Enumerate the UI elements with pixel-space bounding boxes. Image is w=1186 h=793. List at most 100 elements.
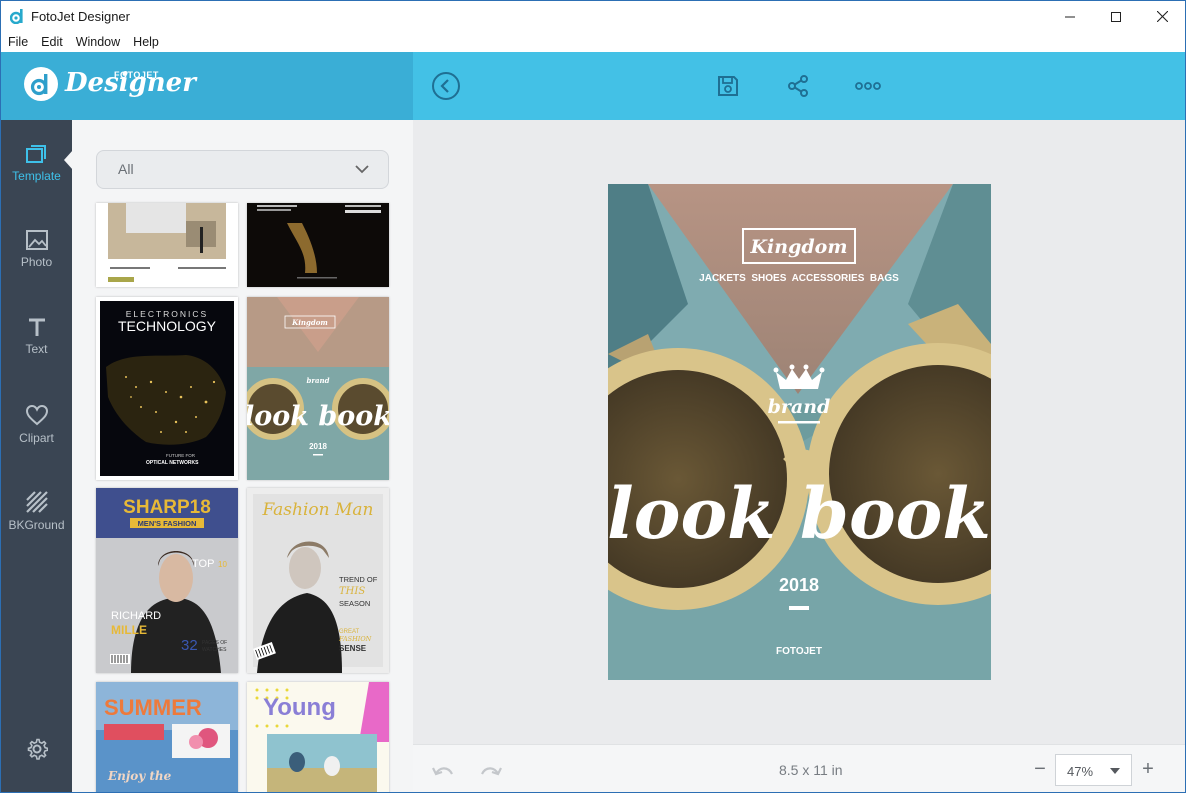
doc-headline[interactable]: look book: [608, 472, 991, 555]
tech-title: TECHNOLOGY: [118, 318, 217, 334]
lb-kingdom: Kingdom: [291, 318, 328, 327]
young-title: Young: [263, 694, 336, 721]
gear-icon: [27, 738, 49, 760]
brand-header: Designer FOTOJET: [1, 52, 413, 120]
fm-season: SEASON: [339, 599, 370, 608]
sharp-watches: WATCHES: [202, 647, 227, 653]
menu-bar: File Edit Window Help: [1, 32, 1185, 52]
sharp-title: SHARP18: [123, 497, 211, 518]
menu-edit[interactable]: Edit: [34, 32, 69, 52]
app-logo-icon: [10, 9, 23, 24]
template-panel: All ELECTRONICS TECHNOLOGY FUTURE FOR OP…: [72, 120, 413, 792]
template-thumb-sharp18[interactable]: SHARP18 MEN'S FASHION TOP 10 RICHARD MIL…: [96, 488, 238, 673]
summer-tagline: Enjoy the: [107, 769, 172, 783]
doc-brand[interactable]: brand: [768, 396, 831, 418]
lb-brand: brand: [306, 376, 329, 385]
redo-icon[interactable]: [479, 762, 503, 778]
zoom-in-button[interactable]: +: [1139, 759, 1157, 779]
rail-template-label: Template: [12, 169, 61, 183]
design-canvas[interactable]: Kingdom JACKETS SHOES ACCESSORIES BAGS b…: [413, 120, 1185, 744]
close-icon: [1156, 11, 1168, 22]
rail-clipart-label: Clipart: [19, 431, 54, 445]
rail-photo-label: Photo: [20, 255, 53, 269]
rail-text[interactable]: Text: [1, 317, 72, 387]
arrow-left-circle-icon: [432, 72, 460, 100]
more-button[interactable]: [851, 69, 885, 103]
rail-template[interactable]: Template: [1, 142, 72, 212]
minimize-icon: [1065, 16, 1075, 17]
close-button[interactable]: [1139, 1, 1185, 32]
page-size-label: 8.5 x 11 in: [779, 762, 843, 778]
zoom-value: 47%: [1067, 764, 1094, 779]
template-thumb-last-quarter[interactable]: [247, 203, 389, 287]
more-horizontal-icon: [855, 82, 881, 90]
toolbar: [413, 52, 1185, 120]
menu-window[interactable]: Window: [69, 32, 126, 52]
tech-sub1: FUTURE FOR: [166, 453, 196, 458]
rail-background-label: BKGround: [8, 518, 65, 532]
back-button[interactable]: [429, 69, 463, 103]
rail-background[interactable]: BKGround: [1, 491, 72, 561]
caret-down-icon: [1110, 768, 1120, 774]
maximize-button[interactable]: [1093, 1, 1139, 32]
window-title: FotoJet Designer: [31, 9, 130, 24]
status-bar: 8.5 x 11 in − 47% +: [413, 744, 1185, 792]
menu-help[interactable]: Help: [126, 32, 165, 52]
photo-icon: [25, 230, 48, 250]
document-page[interactable]: Kingdom JACKETS SHOES ACCESSORIES BAGS b…: [608, 184, 991, 680]
doc-footer[interactable]: FOTOJET: [776, 646, 822, 657]
save-button[interactable]: [711, 69, 745, 103]
fm-title: Fashion Man: [262, 500, 374, 520]
template-thumb-office[interactable]: [96, 203, 238, 287]
save-icon: [718, 76, 738, 96]
doc-year[interactable]: 2018: [779, 575, 819, 595]
fm-fashion: FASHION: [338, 635, 372, 643]
maximize-icon: [1111, 11, 1121, 22]
chevron-down-icon: [355, 165, 369, 174]
sharp-sub: MEN'S FASHION: [138, 519, 197, 528]
app-window: FotoJet Designer File Edit Window Help D…: [0, 0, 1186, 793]
lookbook-design: Kingdom JACKETS SHOES ACCESSORIES BAGS b…: [608, 184, 991, 680]
sharp-ten: 10: [218, 560, 227, 569]
designer-logo-icon: [24, 67, 58, 101]
template-thumb-technology[interactable]: ELECTRONICS TECHNOLOGY FUTURE FOR OPTICA…: [96, 297, 238, 480]
menu-file[interactable]: File: [1, 32, 34, 52]
lb-title: look book: [247, 401, 389, 432]
rail-photo[interactable]: Photo: [1, 230, 72, 300]
share-button[interactable]: [781, 69, 815, 103]
sharp-richard: RICHARD: [111, 610, 161, 622]
zoom-select[interactable]: 47%: [1055, 754, 1132, 786]
undo-icon[interactable]: [431, 762, 455, 778]
rail-clipart[interactable]: Clipart: [1, 404, 72, 474]
template-thumb-young[interactable]: Young: [247, 682, 389, 792]
share-icon: [788, 75, 808, 97]
title-bar: FotoJet Designer: [1, 1, 1185, 32]
background-icon: [25, 491, 48, 513]
text-icon: [28, 318, 45, 336]
sharp-mille: MILLE: [111, 623, 147, 637]
template-thumb-lookbook[interactable]: Kingdom brand look book 2018: [247, 297, 389, 480]
minimize-button[interactable]: [1047, 1, 1093, 32]
sharp-top: TOP: [192, 558, 214, 570]
doc-categories[interactable]: JACKETS SHOES ACCESSORIES BAGS: [699, 273, 899, 284]
heart-icon: [25, 404, 48, 426]
rail-text-label: Text: [25, 342, 48, 356]
category-dropdown-value: All: [118, 161, 134, 177]
tech-sub2: OPTICAL NETWORKS: [146, 460, 199, 466]
doc-kingdom[interactable]: Kingdom: [750, 236, 848, 258]
fm-sense: SENSE: [339, 644, 367, 653]
summer-title: SUMMER: [104, 695, 202, 720]
zoom-out-button[interactable]: −: [1031, 759, 1049, 779]
sharp-32: 32: [181, 637, 198, 654]
fm-trend: TREND OF: [339, 575, 378, 584]
category-dropdown[interactable]: All: [96, 150, 389, 189]
fm-this: THIS: [339, 586, 365, 597]
settings-button[interactable]: [26, 738, 49, 765]
side-rail: Template Photo Text Clipart BKGround: [1, 120, 73, 792]
template-icon: [25, 145, 46, 163]
sharp-pages: PAGES OF: [202, 640, 227, 646]
template-thumb-fashion-man[interactable]: Fashion Man TREND OF THIS SEASON GREAT F…: [247, 488, 389, 673]
logo-fotojet-label: FOTOJET: [114, 70, 159, 80]
template-thumb-summer[interactable]: SUMMER Enjoy the: [96, 682, 238, 792]
lb-year: 2018: [309, 442, 327, 451]
